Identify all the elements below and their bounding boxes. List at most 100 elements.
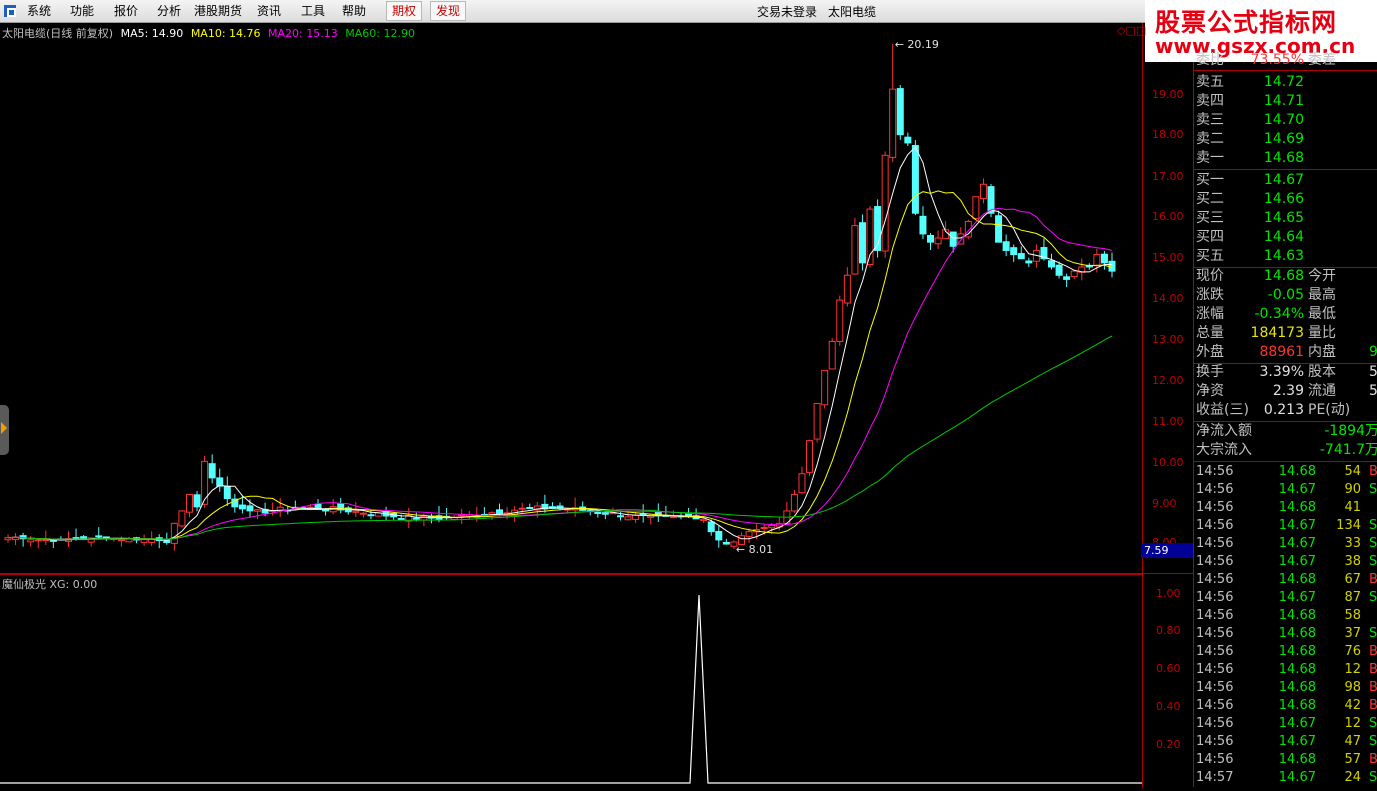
expand-arrow-icon (1, 422, 7, 434)
quote-value: 184173 (1250, 325, 1304, 341)
ask-label: 卖三 (1196, 112, 1224, 128)
fundamental-value-2: 5 (1369, 364, 1377, 380)
kline-chart[interactable]: ← 20.19 ← 8.01 (0, 23, 1143, 573)
candle-body (1002, 241, 1010, 251)
indicator-legend: 魔仙极光 XG: 0.00 (2, 578, 98, 591)
side-expand-tab[interactable] (0, 405, 9, 455)
candle-body (1055, 264, 1063, 276)
legend-ma60: MA60: 12.90 (345, 27, 415, 40)
tick-volume: 76 (1344, 644, 1361, 659)
candle-body (322, 509, 330, 512)
price-axis-label: 13.00 (1152, 333, 1184, 346)
ask-row[interactable]: 卖四 14.71 (1194, 92, 1377, 111)
tick-row: 14:56 14.67 134 S (1194, 517, 1377, 535)
bid-price: 14.65 (1263, 210, 1304, 226)
tick-row: 14:56 14.68 37 S (1194, 625, 1377, 643)
candle-body (72, 537, 80, 540)
candle-body (34, 539, 42, 542)
menu-news[interactable]: 资讯 (257, 3, 281, 19)
menu-help[interactable]: 帮助 (342, 3, 366, 19)
candle-body (715, 530, 723, 541)
price-axis-label: 14.00 (1152, 292, 1184, 305)
candle-body (858, 222, 866, 264)
tick-row: 14:56 14.67 12 S (1194, 715, 1377, 733)
tick-price: 14.68 (1278, 644, 1316, 659)
menu-options[interactable]: 期权 (386, 1, 423, 21)
trade-login-status[interactable]: 交易未登录 (757, 3, 817, 20)
ask-price: 14.68 (1263, 150, 1304, 166)
bid-row[interactable]: 买三 14.65 (1194, 209, 1377, 228)
tick-flag: S (1369, 734, 1377, 749)
candle-body (616, 515, 624, 518)
fundamental-label-2: 流通 (1308, 383, 1336, 399)
candle-body (669, 516, 677, 519)
ask-row[interactable]: 卖三 14.70 (1194, 111, 1377, 130)
price-axis-label: 16.00 (1152, 210, 1184, 223)
tick-price: 14.68 (1278, 698, 1316, 713)
candle-body (806, 440, 814, 473)
tick-volume: 98 (1344, 680, 1361, 695)
quote-label: 涨跌 (1196, 287, 1224, 303)
menu-hk-futures[interactable]: 港股期货 (194, 3, 242, 19)
menu-tools[interactable]: 工具 (301, 3, 325, 19)
candle-body (790, 493, 798, 512)
tick-flag: S (1369, 716, 1377, 731)
legend-ma10: MA10: 14.76 (190, 27, 261, 40)
bid-row[interactable]: 买二 14.66 (1194, 190, 1377, 209)
tick-flag: S (1369, 626, 1377, 641)
candle-body (836, 299, 844, 342)
bid-row[interactable]: 买五 14.63 (1194, 247, 1377, 266)
ma20-line (7, 207, 1113, 540)
candle-body (881, 154, 889, 252)
price-axis-label: 19.00 (1152, 88, 1184, 101)
candle-body (843, 274, 851, 304)
candle-body (624, 516, 632, 521)
tick-price: 14.68 (1278, 464, 1316, 479)
ask-row[interactable]: 卖二 14.69 (1194, 130, 1377, 149)
quote-label-2: 量比 (1308, 325, 1336, 341)
candle-body (700, 518, 708, 521)
tick-volume: 57 (1344, 752, 1361, 767)
ask-price: 14.72 (1263, 74, 1304, 90)
fundamental-label: 换手 (1196, 364, 1224, 380)
menu-function[interactable]: 功能 (70, 3, 94, 19)
tick-volume: 38 (1344, 554, 1361, 569)
tick-time: 14:56 (1196, 572, 1234, 587)
bid-label: 买五 (1196, 248, 1224, 264)
ask-row[interactable]: 卖五 14.72 (1194, 73, 1377, 92)
tick-flag: B (1369, 572, 1377, 587)
quote-label: 现价 (1196, 268, 1224, 284)
bid-row[interactable]: 买一 14.67 (1194, 171, 1377, 190)
panel-divider (1194, 461, 1377, 462)
tick-row: 14:56 14.68 98 B (1194, 679, 1377, 697)
tick-volume: 67 (1344, 572, 1361, 587)
tick-volume: 90 (1344, 482, 1361, 497)
menu-discover[interactable]: 发现 (430, 1, 467, 21)
candle-body (238, 504, 246, 510)
candle-body (1025, 260, 1033, 264)
tick-flag: B (1369, 464, 1377, 479)
indicator-chart[interactable] (0, 574, 1143, 788)
menu-quote[interactable]: 报价 (114, 3, 138, 19)
tick-time: 14:56 (1196, 554, 1234, 569)
menu-system[interactable]: 系统 (27, 3, 51, 19)
candle-body (798, 473, 806, 494)
ask-row[interactable]: 卖一 14.68 (1194, 149, 1377, 168)
quote-label-2: 最低 (1308, 306, 1336, 322)
app-logo-icon[interactable] (3, 4, 17, 18)
candle-body (745, 531, 753, 537)
candle-body (201, 460, 209, 505)
chart-corner-icons[interactable]: ◇□□ (1117, 24, 1146, 37)
menu-analysis[interactable]: 分析 (157, 3, 181, 19)
candle-body (397, 518, 405, 521)
tick-price: 14.68 (1278, 680, 1316, 695)
fundamental-value: 3.39% (1259, 364, 1304, 380)
tick-price: 14.67 (1278, 536, 1316, 551)
candle-body (911, 144, 919, 214)
bid-row[interactable]: 买四 14.64 (1194, 228, 1377, 247)
candle-body (851, 225, 859, 275)
tick-time: 14:57 (1196, 770, 1234, 785)
candle-body (594, 511, 602, 514)
tick-row: 14:56 14.68 42 B (1194, 697, 1377, 715)
legend-stock-name: 太阳电缆(日线 前复权) (2, 27, 114, 40)
